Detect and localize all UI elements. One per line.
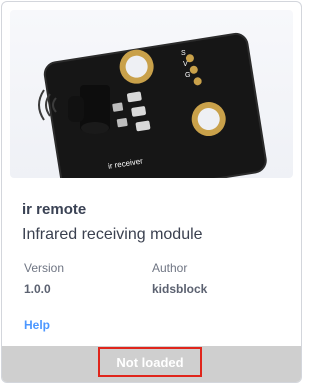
- version-value: 1.0.0: [24, 282, 51, 296]
- pin-label-g: G: [185, 72, 190, 79]
- pin-label-s: S: [181, 50, 186, 57]
- status-highlight: Not loaded: [98, 347, 202, 377]
- extension-image: S V G ir receiver: [10, 10, 293, 178]
- author-label: Author: [152, 261, 188, 275]
- author-value: kidsblock: [152, 282, 208, 296]
- pin-label-v: V: [183, 61, 188, 68]
- extension-title: ir remote: [22, 201, 87, 218]
- ir-receiver-module-illustration: S V G ir receiver: [38, 32, 267, 178]
- status-label: Not loaded: [116, 354, 184, 370]
- extension-card[interactable]: S V G ir receiver ir remote Infrared rec…: [1, 1, 302, 383]
- status-footer[interactable]: Not loaded: [2, 346, 301, 382]
- version-label: Version: [24, 261, 65, 275]
- extension-description: Infrared receiving module: [22, 226, 203, 243]
- help-link[interactable]: Help: [24, 318, 50, 332]
